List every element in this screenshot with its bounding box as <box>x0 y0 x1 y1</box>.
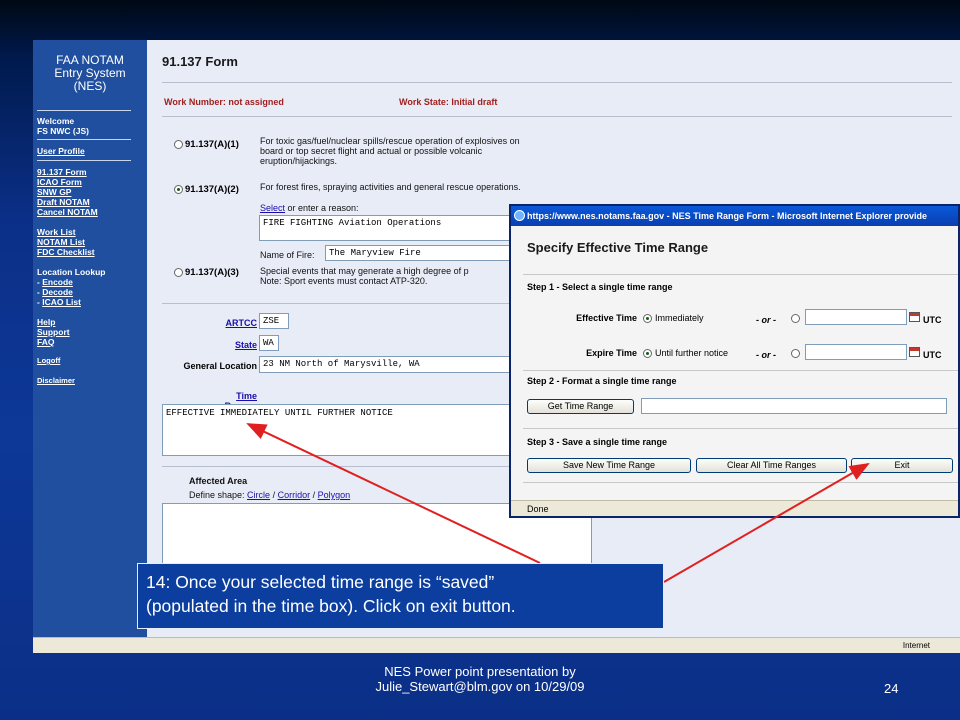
clear-all-time-ranges-button[interactable]: Clear All Time Ranges <box>696 458 847 473</box>
sidebar-item-cancel-notam[interactable]: Cancel NOTAM <box>37 207 98 217</box>
divider <box>162 116 952 117</box>
popup-heading: Specify Effective Time Range <box>527 240 709 255</box>
divider <box>162 82 952 83</box>
time-range-popup: https://www.nes.notams.faa.gov - NES Tim… <box>509 204 960 518</box>
step3-label: Step 3 - Save a single time range <box>527 437 668 447</box>
shape-polygon-link[interactable]: Polygon <box>318 490 351 500</box>
reason-input[interactable]: FIRE FIGHTING Aviation Operations <box>259 215 519 241</box>
option-a2-radio[interactable] <box>174 185 183 194</box>
divider <box>37 160 131 161</box>
option-a2-label: 91.137(A)(2) <box>185 184 239 195</box>
divider <box>523 274 958 275</box>
brand: FAA NOTAM Entry System (NES) <box>54 53 126 93</box>
option-a1-label: 91.137(A)(1) <box>185 139 239 150</box>
divider <box>523 482 958 483</box>
expire-time-label: Expire Time <box>586 348 637 358</box>
shape-corridor-link[interactable]: Corridor <box>278 490 311 500</box>
artcc-label[interactable]: ARTCC <box>207 318 258 328</box>
sidebar-item-icao-form[interactable]: ICAO Form <box>37 177 82 187</box>
calendar-icon[interactable] <box>909 347 920 357</box>
effective-time-input[interactable] <box>805 309 907 325</box>
artcc-input[interactable]: ZSE <box>259 313 289 329</box>
browser-status-bar: Internet <box>33 637 960 653</box>
affected-area-heading: Affected Area <box>189 476 248 486</box>
effective-immediately-radio[interactable] <box>643 314 652 323</box>
fire-name-label: Name of Fire: <box>260 250 315 260</box>
divider <box>523 370 958 371</box>
option-a3-description: Special events that may generate a high … <box>260 266 469 286</box>
fire-name-input[interactable]: The Maryview Fire <box>325 245 519 261</box>
work-state: Work State: Initial draft <box>399 97 498 107</box>
option-a1-description: For toxic gas/fuel/nuclear spills/rescue… <box>260 136 520 166</box>
sidebar-item-work-list[interactable]: Work List <box>37 227 76 237</box>
instruction-callout: 14: Once your selected time range is “sa… <box>137 563 664 629</box>
option-a2-description: For forest fires, spraying activities an… <box>260 182 521 192</box>
sidebar-item-icao-list[interactable]: - ICAO List <box>37 297 81 307</box>
effective-custom-radio[interactable] <box>791 314 800 323</box>
get-time-range-button[interactable]: Get Time Range <box>527 399 634 414</box>
expire-time-input[interactable] <box>805 344 907 360</box>
sidebar-item-notam-list[interactable]: NOTAM List <box>37 237 85 247</box>
shape-circle-link[interactable]: Circle <box>247 490 270 500</box>
sidebar: FAA NOTAM Entry System (NES) Welcome FS … <box>33 40 147 637</box>
sidebar-item-snw-gp[interactable]: SNW GP <box>37 187 71 197</box>
define-shape: Define shape: Circle / Corridor / Polygo… <box>189 490 351 500</box>
divider <box>162 303 522 304</box>
ie-icon <box>514 210 525 221</box>
sidebar-item-encode[interactable]: - Encode <box>37 277 73 287</box>
divider <box>37 110 131 111</box>
select-reason-link[interactable]: Select <box>260 203 285 213</box>
welcome-text: Welcome <box>37 116 75 126</box>
sidebar-item-91137-form[interactable]: 91.137 Form <box>37 167 87 177</box>
step2-label: Step 2 - Format a single time range <box>527 376 677 386</box>
reason-prompt: Select or enter a reason: <box>260 203 359 213</box>
effective-time-label: Effective Time <box>576 313 637 323</box>
general-location-input[interactable]: 23 NM North of Marysville, WA <box>259 356 519 373</box>
time-ranges-textarea[interactable]: EFFECTIVE IMMEDIATELY UNTIL FURTHER NOTI… <box>162 404 519 456</box>
location-lookup-heading: Location Lookup <box>37 267 106 277</box>
calendar-icon[interactable] <box>909 312 920 322</box>
state-label[interactable]: State <box>207 340 257 350</box>
expire-custom-radio[interactable] <box>791 349 800 358</box>
popup-status-bar: Done <box>511 500 958 516</box>
page-number: 24 <box>884 681 899 696</box>
sidebar-item-faq[interactable]: FAQ <box>37 337 54 347</box>
expire-until-notice-label: Until further notice <box>655 348 729 358</box>
divider <box>523 428 958 429</box>
sidebar-item-draft-notam[interactable]: Draft NOTAM <box>37 197 90 207</box>
utc-label: UTC <box>923 350 942 360</box>
or-text: - or - <box>756 350 776 360</box>
welcome-user: FS NWC (JS) <box>37 126 89 136</box>
sidebar-item-help[interactable]: Help <box>37 317 55 327</box>
popup-title: https://www.nes.notams.faa.gov - NES Tim… <box>527 211 928 221</box>
popup-body: Specify Effective Time Range Step 1 - Se… <box>511 226 958 500</box>
page-title: 91.137 Form <box>162 54 238 69</box>
sidebar-item-disclaimer[interactable]: Disclaimer <box>37 376 75 386</box>
security-zone: Internet <box>902 641 930 650</box>
effective-immediately-label: Immediately <box>655 313 704 323</box>
option-a3-radio[interactable] <box>174 268 183 277</box>
state-input[interactable]: WA <box>259 335 279 351</box>
sidebar-item-user-profile[interactable]: User Profile <box>37 146 85 156</box>
or-text: - or - <box>756 315 776 325</box>
step1-label: Step 1 - Select a single time range <box>527 282 673 292</box>
general-location-label: General Location <box>183 361 257 371</box>
expire-until-notice-radio[interactable] <box>643 349 652 358</box>
formatted-range-input[interactable] <box>641 398 947 414</box>
exit-button[interactable]: Exit <box>851 458 953 473</box>
sidebar-item-logoff[interactable]: Logoff <box>37 356 60 366</box>
option-a3-label: 91.137(A)(3) <box>185 267 239 278</box>
option-a1-radio[interactable] <box>174 140 183 149</box>
sidebar-item-support[interactable]: Support <box>37 327 70 337</box>
popup-titlebar[interactable]: https://www.nes.notams.faa.gov - NES Tim… <box>511 206 958 226</box>
utc-label: UTC <box>923 315 942 325</box>
save-new-time-range-button[interactable]: Save New Time Range <box>527 458 691 473</box>
divider <box>37 139 131 140</box>
sidebar-item-fdc-checklist[interactable]: FDC Checklist <box>37 247 95 257</box>
slide-footer: NES Power point presentation by Julie_St… <box>375 664 585 694</box>
sidebar-item-decode[interactable]: - Decode <box>37 287 73 297</box>
work-number: Work Number: not assigned <box>164 97 284 107</box>
